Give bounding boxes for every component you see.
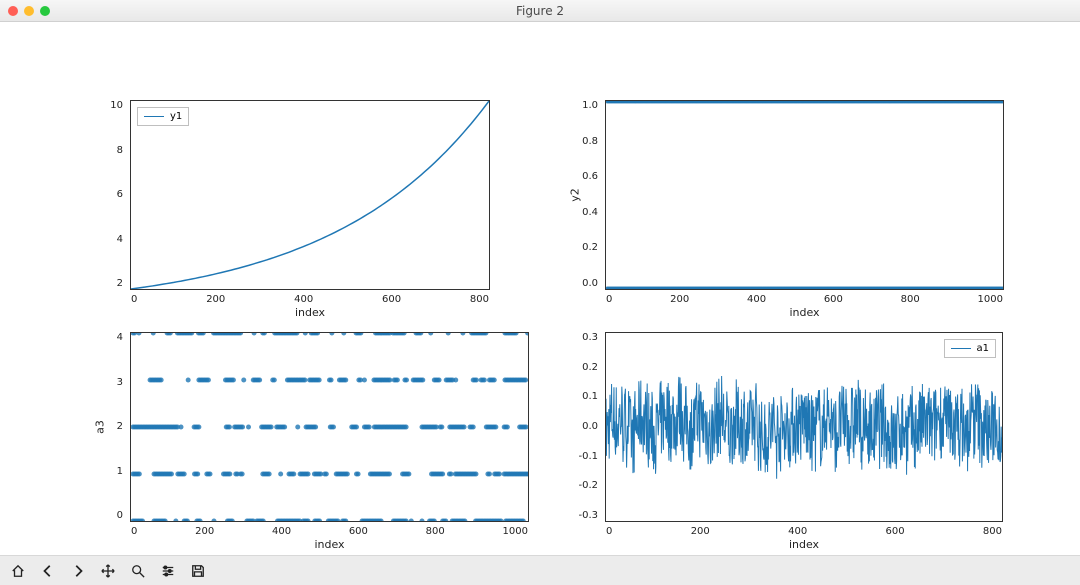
home-button[interactable]	[4, 558, 32, 584]
a1-line	[606, 333, 1002, 521]
y1-x-ticks: 0200400600800	[131, 295, 489, 305]
y1-legend-label: y1	[170, 111, 182, 122]
subplot-a1[interactable]: a1 0200400600800 0.30.20.10.0-0.1-0.2-0.…	[605, 332, 1003, 522]
y1-line	[131, 101, 489, 289]
y1-legend: y1	[137, 107, 189, 126]
a3-y-ticks: 43210	[117, 333, 123, 521]
pan-icon	[101, 563, 115, 579]
zoom-button[interactable]	[124, 558, 152, 584]
back-button[interactable]	[34, 558, 62, 584]
y2-xlabel: index	[606, 306, 1003, 319]
a3-scatter	[131, 333, 528, 521]
a3-xlabel: index	[131, 538, 528, 551]
zoom-icon	[131, 563, 145, 579]
y2-y-ticks: 1.00.80.60.40.20.0	[582, 101, 598, 289]
y2-ylabel: y2	[568, 188, 581, 202]
mpl-toolbar	[0, 555, 1080, 585]
a1-legend-label: a1	[977, 343, 990, 354]
figure-canvas[interactable]: y1 0200400600800 108642 index 0200400600…	[0, 22, 1080, 555]
a3-ylabel: a3	[93, 420, 106, 434]
subplot-y2[interactable]: 02004006008001000 1.00.80.60.40.20.0 ind…	[605, 100, 1004, 290]
a1-legend: a1	[944, 339, 997, 358]
subplot-a3[interactable]: 02004006008001000 43210 index a3	[130, 332, 529, 522]
a1-x-ticks: 0200400600800	[606, 527, 1002, 537]
y2-x-ticks: 02004006008001000	[606, 295, 1003, 305]
forward-button[interactable]	[64, 558, 92, 584]
save-button[interactable]	[184, 558, 212, 584]
home-icon	[11, 563, 25, 579]
window-title: Figure 2	[0, 4, 1080, 18]
subplot-y1[interactable]: y1 0200400600800 108642 index	[130, 100, 490, 290]
a1-xlabel: index	[606, 538, 1002, 551]
pan-button[interactable]	[94, 558, 122, 584]
y2-scatter	[606, 101, 1003, 289]
a3-x-ticks: 02004006008001000	[131, 527, 528, 537]
save-icon	[191, 563, 205, 579]
a1-y-ticks: 0.30.20.10.0-0.1-0.2-0.3	[578, 333, 598, 521]
y1-y-ticks: 108642	[110, 101, 123, 289]
configure-icon	[161, 563, 175, 579]
back-icon	[41, 563, 55, 579]
y1-xlabel: index	[131, 306, 489, 319]
window-titlebar: Figure 2	[0, 0, 1080, 22]
configure-button[interactable]	[154, 558, 182, 584]
forward-icon	[71, 563, 85, 579]
